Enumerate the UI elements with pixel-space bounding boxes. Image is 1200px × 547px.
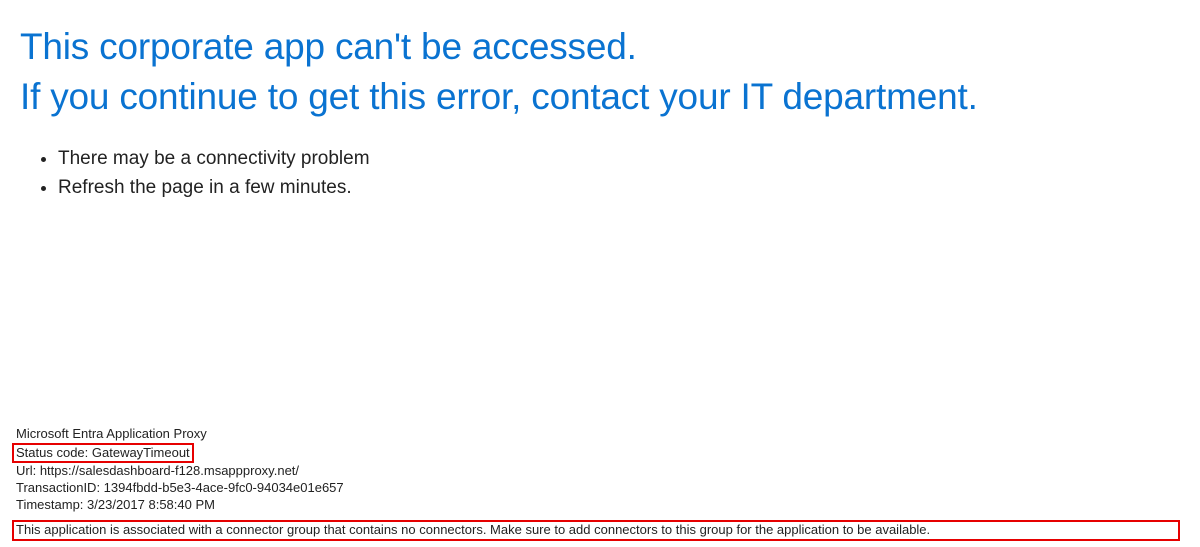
error-message-line: This application is associated with a co…	[12, 520, 1180, 541]
url-line: Url: https://salesdashboard-f128.msapppr…	[16, 463, 1184, 480]
timestamp-line: Timestamp: 3/23/2017 8:58:40 PM	[16, 497, 1184, 514]
error-heading: This corporate app can't be accessed. If…	[0, 0, 1200, 122]
cause-item: Refresh the page in a few minutes.	[58, 173, 1180, 202]
possible-causes-list: There may be a connectivity problem Refr…	[0, 122, 1200, 203]
error-heading-line1: This corporate app can't be accessed.	[20, 22, 1180, 72]
error-details-block: Microsoft Entra Application Proxy Status…	[16, 426, 1184, 541]
product-name: Microsoft Entra Application Proxy	[16, 426, 1184, 443]
error-heading-line2: If you continue to get this error, conta…	[20, 72, 1180, 122]
transaction-id-line: TransactionID: 1394fbdd-b5e3-4ace-9fc0-9…	[16, 480, 1184, 497]
cause-item: There may be a connectivity problem	[58, 144, 1180, 173]
status-code-line: Status code: GatewayTimeout	[12, 443, 194, 464]
